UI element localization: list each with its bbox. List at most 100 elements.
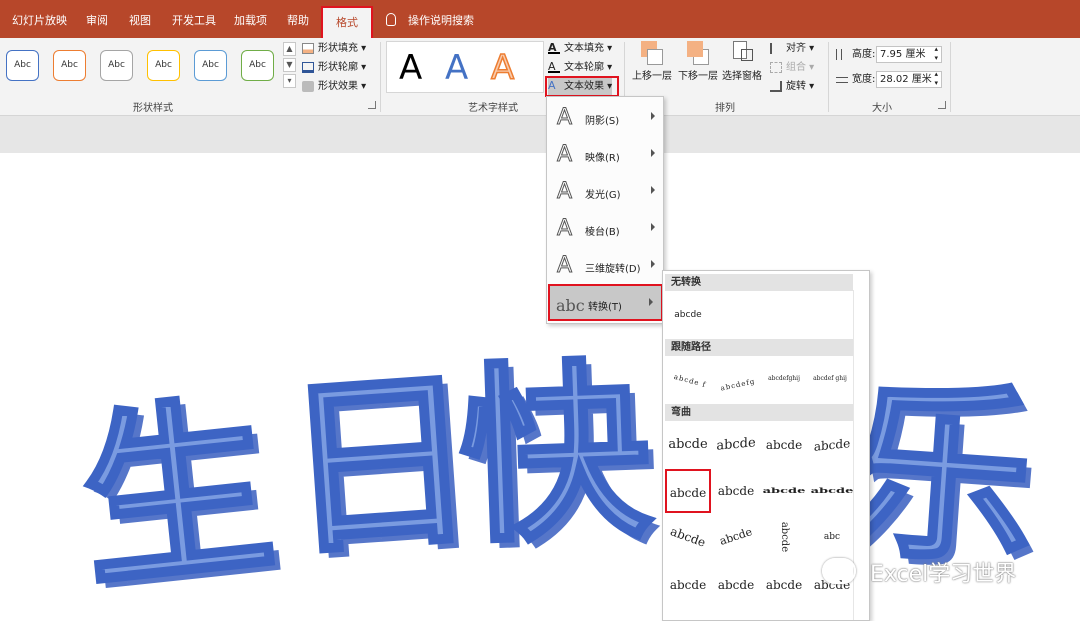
- tab-format[interactable]: 格式: [321, 6, 373, 42]
- send-backward-icon: [687, 41, 709, 65]
- shape-style-swatch[interactable]: Abc: [100, 50, 133, 81]
- canvas-wordart-char[interactable]: 日: [275, 345, 484, 585]
- tab-review[interactable]: 审阅: [86, 0, 108, 38]
- canvas-wordart-char[interactable]: 生: [69, 372, 285, 618]
- tab-help[interactable]: 帮助: [287, 0, 309, 38]
- selection-pane-icon: [731, 41, 753, 65]
- tab-addins[interactable]: 加载项: [234, 0, 267, 38]
- gallery-item-warp[interactable]: abcde: [713, 469, 759, 513]
- group-label-arrange: 排列: [715, 103, 735, 114]
- submenu-arrow-icon: [649, 298, 653, 306]
- submenu-arrow-icon: [651, 186, 655, 194]
- menu-item-transform[interactable]: abc 转换(T): [548, 284, 663, 321]
- submenu-arrow-icon: [651, 112, 655, 120]
- shape-style-swatch[interactable]: Abc: [53, 50, 86, 81]
- gallery-item-warp[interactable]: abcde: [762, 514, 806, 560]
- shape-style-swatch[interactable]: Abc: [147, 50, 180, 81]
- gallery-item-no-transform[interactable]: abcde: [665, 293, 711, 337]
- group-divider: [828, 42, 829, 112]
- shape-fill-button[interactable]: 形状填充 ▾: [302, 40, 366, 57]
- spinner-icon[interactable]: ▴ ▾: [934, 70, 938, 88]
- group-button[interactable]: 组合 ▾: [770, 59, 814, 76]
- ribbon-tab-bar: 幻灯片放映 审阅 视图 开发工具 加载项 帮助 格式 操作说明搜索: [0, 0, 1080, 42]
- tell-me-search[interactable]: 操作说明搜索: [408, 0, 474, 38]
- glow-icon: A: [556, 179, 573, 204]
- gallery-item-warp[interactable]: abcde: [809, 478, 855, 504]
- text-fill-button[interactable]: A 文本填充 ▾: [548, 40, 612, 57]
- height-label: 高度:: [836, 46, 875, 63]
- rotate-button[interactable]: 旋转 ▾: [770, 78, 814, 95]
- gallery-item-warp[interactable]: abcde: [761, 423, 807, 467]
- menu-item-bevel[interactable]: A 棱台(B): [547, 211, 663, 248]
- shape-effects-button[interactable]: 形状效果 ▾: [302, 78, 366, 95]
- width-input[interactable]: 28.02 厘米 ▴ ▾: [876, 70, 942, 88]
- menu-item-shadow[interactable]: A 阴影(S): [547, 100, 663, 137]
- wordart-gallery: A A A: [386, 41, 544, 93]
- dialog-launcher-icon[interactable]: [938, 101, 946, 109]
- width-label: 宽度:: [836, 71, 875, 88]
- menu-item-glow[interactable]: A 发光(G): [547, 174, 663, 211]
- dialog-launcher-icon[interactable]: [368, 101, 376, 109]
- pen-icon: [302, 62, 314, 73]
- height-icon: [836, 49, 842, 60]
- bring-forward-icon: [641, 41, 663, 65]
- wechat-icon: [822, 558, 856, 584]
- gallery-item-warp[interactable]: abcde: [707, 509, 764, 565]
- gallery-item-warp[interactable]: abcde: [713, 563, 759, 607]
- section-header-follow-path: 跟随路径: [665, 339, 853, 356]
- text-effects-menu: A 阴影(S) A 映像(R) A 发光(G) A 棱台(B) A 三维旋转(D…: [546, 96, 664, 324]
- tab-developer[interactable]: 开发工具: [172, 0, 216, 38]
- gallery-up-icon[interactable]: ▲: [283, 42, 296, 56]
- submenu-arrow-icon: [651, 223, 655, 231]
- text-fill-icon: A: [548, 42, 560, 54]
- gallery-item-warp[interactable]: abc: [809, 515, 855, 559]
- shape-outline-button[interactable]: 形状轮廓 ▾: [302, 59, 366, 76]
- shape-style-swatch[interactable]: Abc: [6, 50, 39, 81]
- spinner-icon[interactable]: ▴ ▾: [934, 45, 938, 63]
- gallery-item-warp[interactable]: abcde: [665, 423, 711, 467]
- wordart-sample[interactable]: A: [399, 48, 422, 88]
- lightbulb-icon: [386, 13, 396, 26]
- paint-bucket-icon: [302, 43, 314, 54]
- height-input[interactable]: 7.95 厘米 ▴ ▾: [876, 45, 942, 63]
- watermark-text: Excel学习世界: [870, 562, 1017, 587]
- group-divider: [950, 42, 951, 112]
- tab-slideshow[interactable]: 幻灯片放映: [12, 0, 67, 38]
- text-outline-icon: A: [548, 61, 560, 73]
- text-outline-button[interactable]: A 文本轮廓 ▾: [548, 59, 612, 76]
- gallery-item-warp[interactable]: abcde: [659, 508, 717, 565]
- send-backward-button[interactable]: 下移一层: [678, 41, 718, 82]
- gallery-item-warp[interactable]: abcde: [665, 563, 711, 607]
- gallery-item-warp[interactable]: abcde: [761, 478, 807, 504]
- submenu-arrow-icon: [651, 260, 655, 268]
- align-icon: [770, 43, 782, 54]
- gallery-item-warp-selected[interactable]: abcde: [665, 469, 711, 513]
- shape-effects-icon: [302, 81, 314, 92]
- transform-icon: abc: [556, 296, 585, 315]
- gallery-item-arch-up[interactable]: abcde f: [662, 354, 718, 408]
- group-label-shape-styles: 形状样式: [133, 103, 173, 114]
- gallery-item-circle[interactable]: abcdefghij: [761, 357, 807, 401]
- selection-pane-button[interactable]: 选择窗格: [722, 41, 762, 82]
- shape-style-swatch[interactable]: Abc: [241, 50, 274, 81]
- shape-style-swatch[interactable]: Abc: [194, 50, 227, 81]
- highlight-box: [545, 76, 619, 97]
- gallery-down-icon[interactable]: ▼: [283, 58, 296, 72]
- tab-view[interactable]: 视图: [129, 0, 151, 38]
- gallery-item-warp[interactable]: abcde: [761, 563, 807, 607]
- group-label-wordart-styles: 艺术字样式: [468, 103, 518, 114]
- wordart-sample[interactable]: A: [445, 48, 468, 88]
- canvas-wordart-char[interactable]: 快: [454, 338, 656, 571]
- shadow-icon: A: [556, 105, 573, 130]
- gallery-item-warp[interactable]: abcde: [809, 421, 855, 470]
- reflection-icon: A: [556, 142, 573, 167]
- gallery-item-warp[interactable]: abcde: [713, 421, 759, 469]
- group-divider: [380, 42, 381, 112]
- gallery-item-button[interactable]: abcdef ghij: [807, 357, 853, 401]
- bring-forward-button[interactable]: 上移一层: [632, 41, 672, 82]
- align-button[interactable]: 对齐 ▾: [770, 40, 814, 57]
- wordart-sample[interactable]: A: [490, 47, 515, 89]
- menu-item-reflection[interactable]: A 映像(R): [547, 137, 663, 174]
- menu-item-3d-rotation[interactable]: A 三维旋转(D): [547, 248, 663, 285]
- gallery-more-icon[interactable]: ▾: [283, 74, 296, 88]
